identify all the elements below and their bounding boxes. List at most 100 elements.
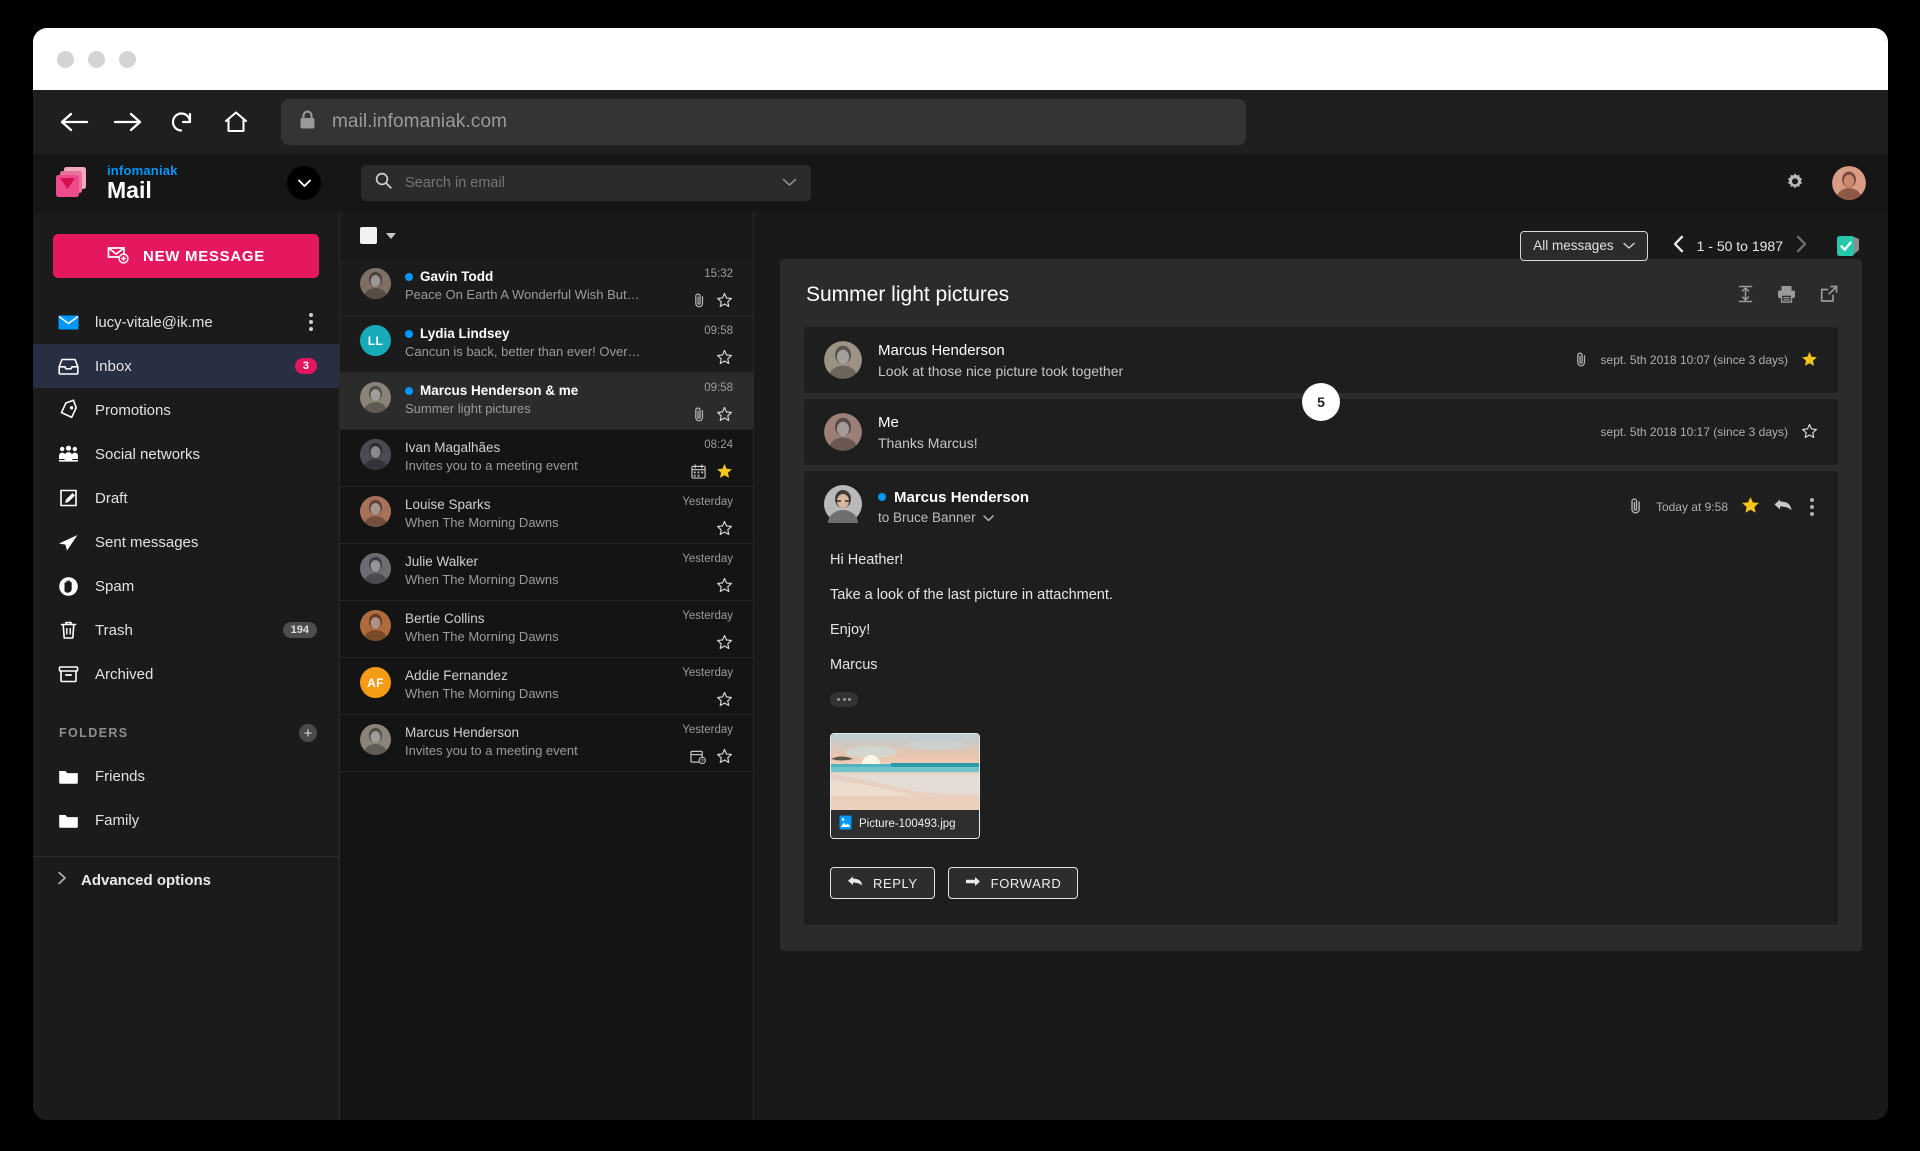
reload-icon[interactable] xyxy=(159,99,205,145)
forward-button[interactable]: FORWARD xyxy=(947,867,1079,899)
add-folder-icon[interactable]: + xyxy=(299,724,317,742)
mail-item-icons xyxy=(716,634,733,655)
mail-list-item-body: Louise Sparks When The Morning Dawns xyxy=(405,496,643,543)
search-input[interactable] xyxy=(405,175,769,191)
mail-list-item[interactable]: Louise Sparks When The Morning Dawns Yeste… xyxy=(340,487,753,543)
search-chevron-down-icon[interactable] xyxy=(782,174,797,192)
reply-button-label: REPLY xyxy=(873,875,918,891)
mail-list-item[interactable]: Julie Walker When The Morning Dawns Yester… xyxy=(340,544,753,600)
search-box[interactable] xyxy=(361,165,811,201)
gear-icon[interactable] xyxy=(1784,170,1806,197)
star-icon-empty[interactable] xyxy=(716,349,733,370)
collapse-all-icon[interactable] xyxy=(1738,285,1753,308)
mail-time: Yesterday xyxy=(682,496,733,508)
reading-pane-toolbar: All messages 1 - 50 to 1987 xyxy=(780,230,1862,261)
next-page-icon[interactable] xyxy=(1795,235,1808,256)
sidebar-item-draft[interactable]: Draft xyxy=(33,476,339,520)
star-icon-filled[interactable] xyxy=(1741,496,1760,517)
previous-page-icon[interactable] xyxy=(1672,235,1685,256)
folder-icon xyxy=(57,768,79,785)
image-file-icon xyxy=(839,815,852,833)
collapsed-message-sender: Marcus Henderson xyxy=(878,341,1005,359)
attachment-card[interactable]: Picture-100493.jpg xyxy=(830,733,980,839)
address-bar[interactable]: mail.infomaniak.com xyxy=(281,99,1246,145)
sidebar-label-spam: Spam xyxy=(95,577,135,595)
avatar xyxy=(360,496,391,527)
sidebar-folder-family[interactable]: Family xyxy=(33,798,339,842)
sidebar-item-promotions[interactable]: Promotions xyxy=(33,388,339,432)
security-check-icon[interactable] xyxy=(1834,232,1862,260)
star-icon-empty[interactable] xyxy=(716,406,733,427)
expand-quoted-text-button[interactable] xyxy=(830,692,858,707)
open-message-menu-icon[interactable] xyxy=(1806,494,1818,520)
mail-list-item[interactable]: Ivan Magalhães Invites you to a meeting e… xyxy=(340,430,753,486)
avatar[interactable] xyxy=(1832,166,1866,200)
mail-list-item[interactable]: Marcus Henderson & me Summer light pictur… xyxy=(340,373,753,429)
forward-icon[interactable] xyxy=(105,99,151,145)
avatar xyxy=(360,439,391,470)
open-message-recipient[interactable]: to Bruce Banner xyxy=(878,510,1029,525)
mail-subject: Cancun is back, better than ever! Over a… xyxy=(405,344,643,359)
star-icon-empty[interactable] xyxy=(716,691,733,712)
mail-list-item-meta: 09:58 xyxy=(657,382,733,429)
star-icon-empty[interactable] xyxy=(716,748,733,769)
sidebar-label-sent-messages: Sent messages xyxy=(95,533,199,551)
account-row[interactable]: lucy-vitale@ik.me xyxy=(33,300,339,344)
avatar xyxy=(360,553,391,584)
select-all-dropdown-icon[interactable] xyxy=(386,232,396,239)
attachment-icon xyxy=(693,292,706,313)
list-and-reader: Gavin Todd Peace On Earth A Wonderful Wis… xyxy=(339,212,1888,1120)
mail-time: Yesterday xyxy=(682,610,733,622)
star-icon-empty[interactable] xyxy=(716,520,733,541)
sidebar-item-inbox[interactable]: Inbox 3 xyxy=(33,344,339,388)
top-bar-right xyxy=(1784,166,1866,200)
star-icon-filled[interactable] xyxy=(716,463,733,484)
account-menu-icon[interactable] xyxy=(305,309,317,335)
reply-button[interactable]: REPLY xyxy=(830,867,935,899)
brand-text: infomaniak Mail xyxy=(107,162,178,202)
brand-bar: infomaniak Mail xyxy=(33,154,339,212)
window-minimize-button[interactable] xyxy=(88,50,105,68)
sidebar-item-archived[interactable]: Archived xyxy=(33,652,339,696)
star-icon-filled[interactable] xyxy=(1801,351,1818,370)
advanced-options-label: Advanced options xyxy=(81,871,212,889)
mail-list-item-body: Ivan Magalhães Invites you to a meeting e… xyxy=(405,439,643,486)
thread-card: Summer light pictures Marcus Henderson L… xyxy=(780,259,1862,951)
mail-list-item[interactable]: Gavin Todd Peace On Earth A Wonderful Wis… xyxy=(340,259,753,315)
window-close-button[interactable] xyxy=(57,50,74,68)
mail-subject: When The Morning Dawns xyxy=(405,629,559,644)
thread-subject: Summer light pictures xyxy=(806,283,1010,306)
select-all-checkbox[interactable] xyxy=(360,227,377,244)
mail-list-item-meta: Yesterday xyxy=(657,610,733,657)
window-maximize-button[interactable] xyxy=(119,50,136,68)
open-in-new-icon[interactable] xyxy=(1820,285,1838,308)
mail-list-item[interactable]: Bertie Collins When The Morning Dawns Yest… xyxy=(340,601,753,657)
back-icon[interactable] xyxy=(51,99,97,145)
sidebar-item-trash[interactable]: Trash 194 xyxy=(33,608,339,652)
sidebar-item-spam[interactable]: Spam xyxy=(33,564,339,608)
star-icon-empty[interactable] xyxy=(716,634,733,655)
star-icon-empty[interactable] xyxy=(1801,423,1818,442)
sidebar-item-social-networks[interactable]: Social networks xyxy=(33,432,339,476)
home-icon[interactable] xyxy=(213,99,259,145)
all-messages-filter-button[interactable]: All messages xyxy=(1520,230,1648,261)
mail-sender-name: Bertie Collins xyxy=(405,611,485,626)
print-icon[interactable] xyxy=(1777,285,1796,308)
reply-arrow-icon[interactable] xyxy=(1773,497,1793,516)
mail-item-icons xyxy=(716,577,733,598)
account-switcher-button[interactable] xyxy=(287,166,321,200)
advanced-options-row[interactable]: Advanced options xyxy=(33,857,339,903)
star-icon-empty[interactable] xyxy=(716,292,733,313)
brand-company: infomaniak xyxy=(107,162,178,178)
mail-list-toolbar xyxy=(340,212,753,259)
attachment-icon xyxy=(693,406,706,427)
mail-list-item[interactable]: Marcus Henderson Invites you to a meeting… xyxy=(340,715,753,771)
mail-list-item[interactable]: LL Lydia Lindsey Cancun is back, better th… xyxy=(340,316,753,372)
sidebar-label-archived: Archived xyxy=(95,665,154,683)
collapsed-message[interactable]: Me Thanks Marcus! sept. 5th 2018 10:17 (si… xyxy=(804,383,1838,465)
star-icon-empty[interactable] xyxy=(716,577,733,598)
sidebar-folder-friends[interactable]: Friends xyxy=(33,754,339,798)
mail-list-item[interactable]: AF Addie Fernandez When The Morning Dawns Y… xyxy=(340,658,753,714)
sidebar-item-sent-messages[interactable]: Sent messages xyxy=(33,520,339,564)
new-message-button[interactable]: NEW MESSAGE xyxy=(53,234,319,278)
